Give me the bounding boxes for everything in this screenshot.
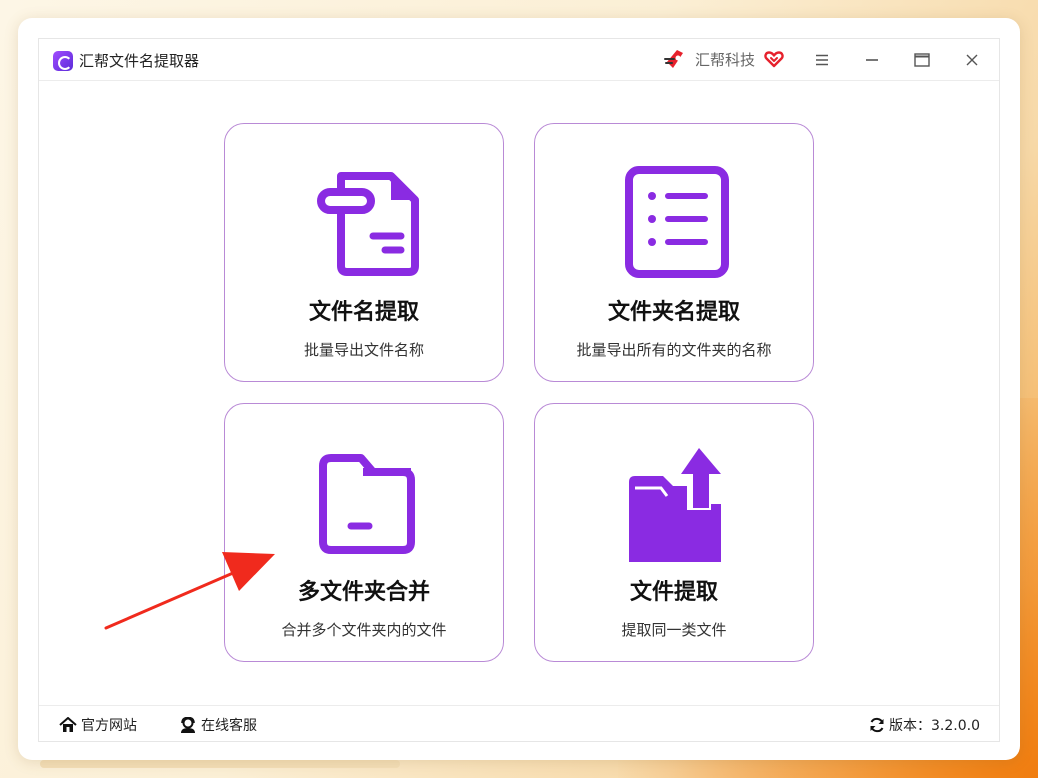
list-icon [625, 166, 729, 278]
card-description: 批量导出所有的文件夹的名称 [576, 341, 772, 359]
maximize-button[interactable] [908, 47, 936, 73]
version-label: 版本：3.2.0.0 [889, 718, 980, 734]
heart-icon[interactable] [764, 49, 784, 69]
card-description: 提取同一类文件 [621, 621, 727, 639]
document-icon [317, 172, 419, 276]
menu-button[interactable] [808, 47, 836, 73]
app-frame: 汇帮文件名提取器 汇帮科技 文件名提取 批量导出文件名称 文件夹名提取 批量导出… [38, 38, 1000, 742]
app-title: 汇帮文件名提取器 [79, 52, 200, 70]
brand-logo-icon [664, 50, 683, 68]
app-logo-icon [53, 51, 73, 71]
folder-icon [319, 454, 415, 554]
maximize-icon [914, 53, 930, 67]
annotation-arrow [104, 552, 275, 630]
close-button[interactable] [958, 47, 986, 73]
folder-upload-icon [629, 448, 721, 562]
online-service-label: 在线客服 [201, 718, 257, 734]
card-description: 批量导出文件名称 [303, 341, 424, 359]
close-icon [966, 54, 978, 66]
minimize-button[interactable] [858, 47, 886, 73]
official-website-link[interactable]: 官方网站 [59, 715, 137, 735]
version-info: 版本：3.2.0.0 [869, 715, 980, 735]
online-service-link[interactable]: 在线客服 [179, 715, 257, 735]
hamburger-icon [816, 54, 828, 66]
official-website-label: 官方网站 [81, 718, 137, 734]
customer-service-icon [181, 717, 195, 733]
brand-name: 汇帮科技 [695, 51, 756, 69]
card-file-extract[interactable]: 文件提取 提取同一类文件 [534, 403, 814, 662]
card-filename-extract[interactable]: 文件名提取 批量导出文件名称 [224, 123, 504, 382]
status-bar: 官方网站 在线客服 版本：3.2.0.0 [39, 705, 999, 742]
card-title: 文件名提取 [308, 300, 419, 325]
home-icon [59, 717, 77, 732]
title-bar[interactable]: 汇帮文件名提取器 汇帮科技 [39, 39, 999, 81]
app-window: 汇帮文件名提取器 汇帮科技 文件名提取 批量导出文件名称 文件夹名提取 批量导出… [18, 18, 1020, 760]
minimize-icon [866, 59, 878, 61]
refresh-icon [870, 717, 884, 733]
background-stripe [40, 760, 400, 768]
card-title: 文件提取 [629, 580, 718, 605]
card-foldername-extract[interactable]: 文件夹名提取 批量导出所有的文件夹的名称 [534, 123, 814, 382]
card-title: 文件夹名提取 [607, 300, 740, 325]
